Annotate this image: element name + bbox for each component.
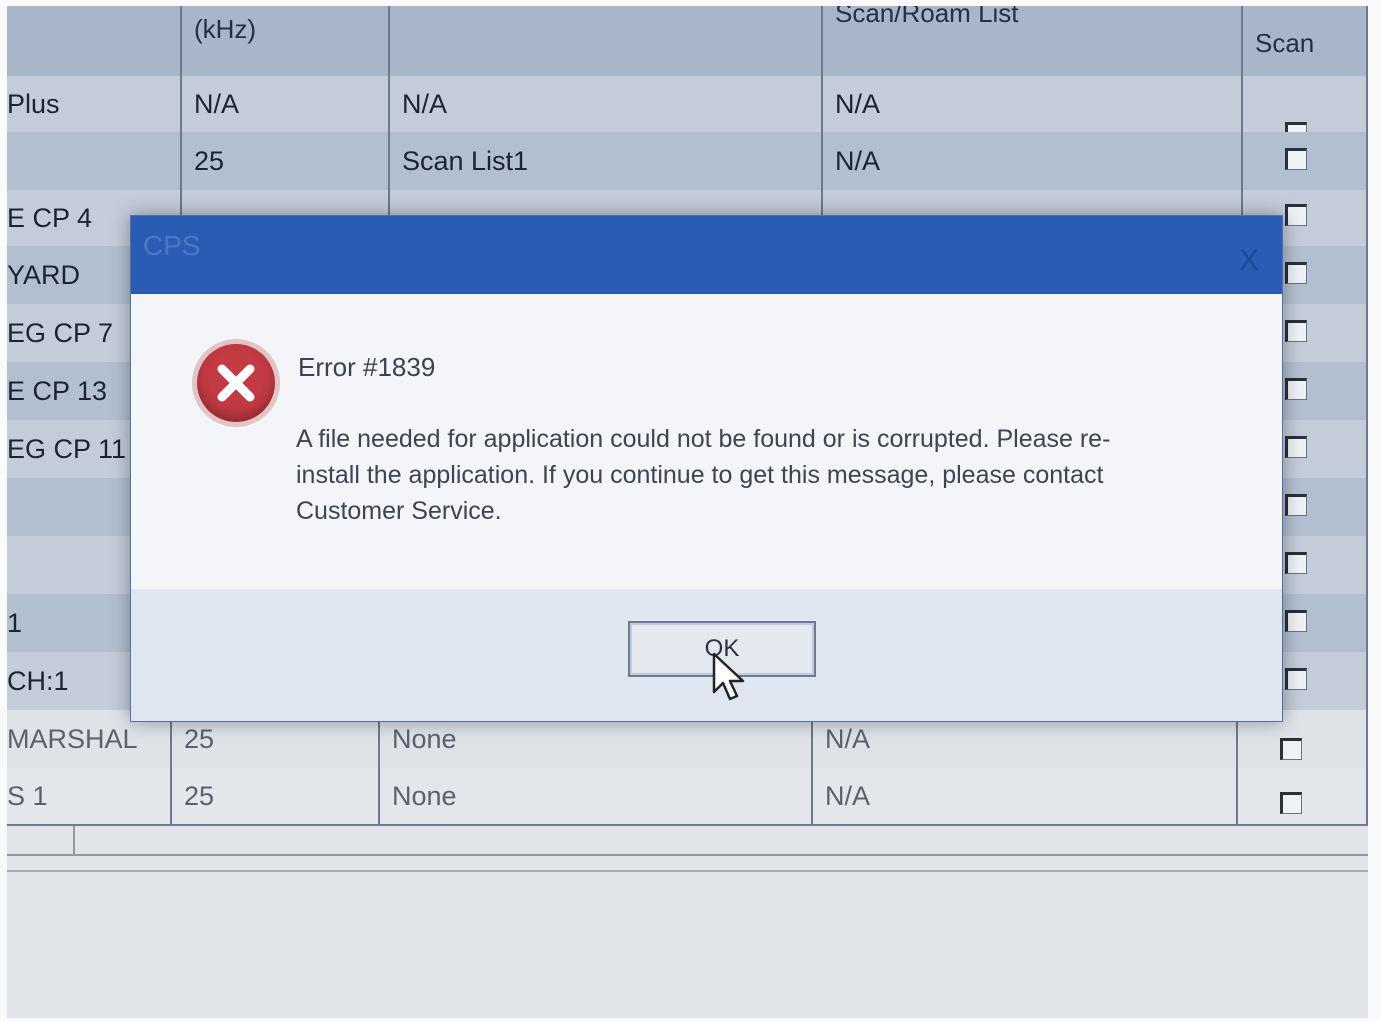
auto-scan-checkbox[interactable] [1285, 148, 1307, 170]
cell-auto-scan [1238, 768, 1368, 824]
cell-scan-list: N/A [390, 76, 823, 132]
header-cell-name [7, 6, 182, 76]
header-cell-auto-scan: Scan [1243, 6, 1368, 76]
table-row[interactable]: Plus N/A N/A N/A [7, 76, 1368, 134]
error-title: Error #1839 [298, 352, 436, 382]
close-icon[interactable]: X [1234, 246, 1264, 276]
auto-scan-checkbox[interactable] [1285, 122, 1307, 132]
auto-scan-checkbox[interactable] [1285, 262, 1307, 284]
cell-bandwidth: 25 [182, 132, 390, 190]
cell-scan-roam: N/A [823, 132, 1243, 190]
dialog-title: CPS [143, 230, 201, 261]
dialog-titlebar[interactable]: CPS X [131, 216, 1282, 294]
cell-name: S 1 [7, 768, 172, 824]
auto-scan-checkbox[interactable] [1285, 378, 1307, 400]
auto-scan-checkbox[interactable] [1285, 494, 1307, 516]
auto-scan-checkbox[interactable] [1285, 320, 1307, 342]
cell-scan-roam: N/A [823, 76, 1243, 132]
header-cell-bandwidth: (kHz) [182, 6, 390, 76]
cell-auto-scan [1243, 76, 1368, 132]
cell-scan-list: Scan List1 [390, 132, 823, 190]
cell-auto-scan [1243, 132, 1368, 190]
auto-scan-checkbox[interactable] [1285, 552, 1307, 574]
table-row[interactable]: 25 Scan List1 N/A [7, 132, 1368, 192]
cell-bandwidth: N/A [182, 76, 390, 132]
divider [7, 854, 1368, 856]
error-message: A file needed for application could not … [296, 425, 1111, 525]
header-cell-scan-list [390, 6, 823, 76]
cell-scan-roam: N/A [813, 768, 1238, 824]
auto-scan-checkbox[interactable] [1280, 738, 1302, 760]
cell-name: Plus [7, 76, 182, 132]
table-row[interactable]: S 1 25 None N/A [7, 768, 1368, 826]
cell-scan-list: None [380, 768, 813, 824]
header-scan-roam-label: Scan/Roam List [835, 6, 1019, 28]
cell-bandwidth: 25 [172, 768, 380, 824]
divider [7, 870, 1368, 872]
tab-stub[interactable] [7, 826, 75, 854]
mouse-pointer-icon [712, 652, 745, 701]
status-area [7, 826, 1368, 1018]
error-x-icon [197, 344, 275, 422]
error-dialog: CPS X Error #1839 A file needed for appl… [130, 215, 1283, 722]
auto-scan-checkbox[interactable] [1285, 436, 1307, 458]
table-header: (kHz) Scan/Roam List Scan [7, 6, 1368, 78]
cell-name [7, 132, 182, 190]
auto-scan-checkbox[interactable] [1285, 610, 1307, 632]
auto-scan-checkbox[interactable] [1280, 792, 1302, 814]
auto-scan-checkbox[interactable] [1285, 668, 1307, 690]
auto-scan-checkbox[interactable] [1285, 204, 1307, 226]
header-cell-scan-roam: Scan/Roam List [823, 6, 1243, 76]
